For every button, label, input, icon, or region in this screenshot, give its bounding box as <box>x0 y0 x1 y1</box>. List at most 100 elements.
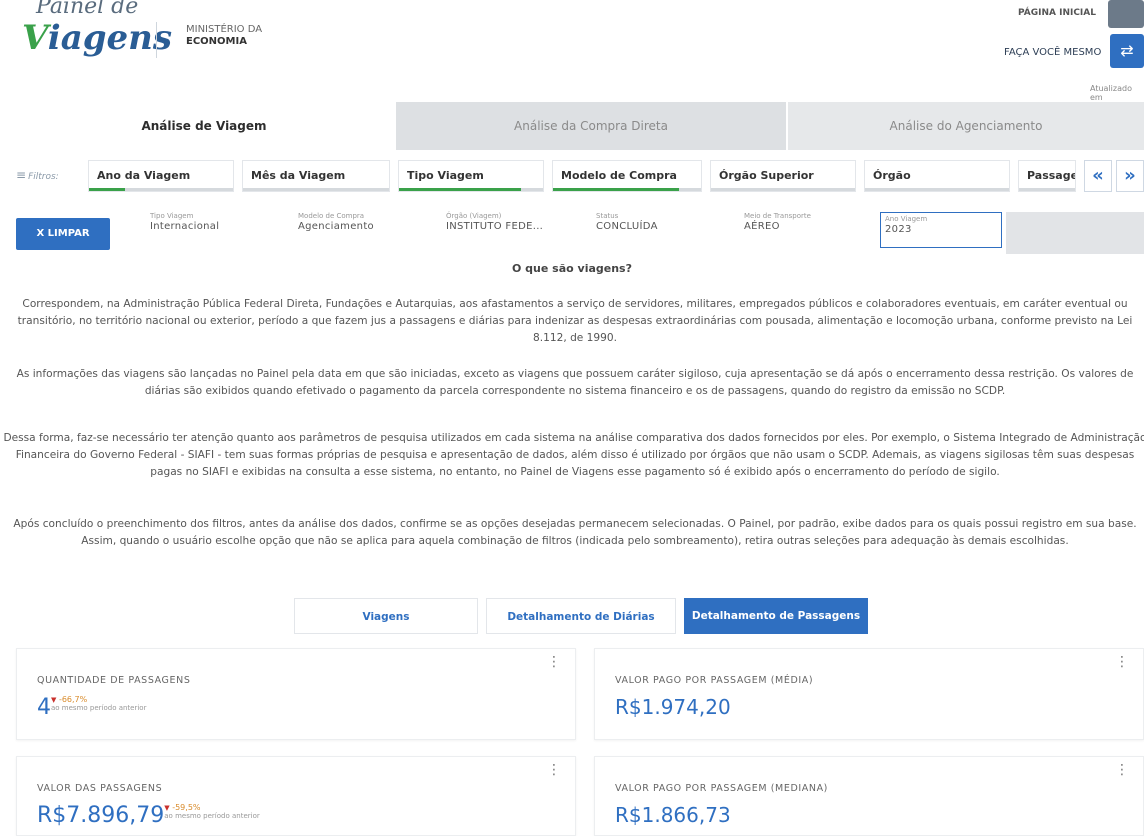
card-label: VALOR PAGO POR PASSAGEM (MEDIANA) <box>615 783 828 794</box>
card-valor-mediana: VALOR PAGO POR PASSAGEM (MEDIANA) ⋮ R$1.… <box>594 756 1144 836</box>
filter-bar <box>1019 188 1075 191</box>
filter-label: Modelo de Compra <box>561 169 677 182</box>
card-value: 4 ▼ -66,7% ao mesmo período anterior <box>37 695 146 720</box>
delta-indicator: ▼ -59,5% ao mesmo período anterior <box>164 803 259 820</box>
selection-value: INSTITUTO FEDE... <box>446 221 544 232</box>
selection-value: CONCLUÍDA <box>596 221 658 232</box>
filter-passageiro[interactable]: Passage <box>1018 160 1076 192</box>
filter-bar <box>711 188 855 191</box>
selection-tipo-viagem[interactable]: Tipo Viagem Internacional <box>150 212 260 248</box>
selection-status[interactable]: Status CONCLUÍDA <box>596 212 696 248</box>
selection-key: Ano Viagem <box>885 215 928 223</box>
clear-filters-button[interactable]: X LIMPAR <box>16 218 110 250</box>
filter-bar-fill <box>399 188 522 191</box>
filter-bar-fill <box>89 188 125 191</box>
settings-icon[interactable]: ⇄ <box>1110 34 1144 68</box>
tab-detalhamento-diarias[interactable]: Detalhamento de Diárias <box>486 598 676 634</box>
filter-modelo-compra[interactable]: Modelo de Compra <box>552 160 702 192</box>
filter-orgao[interactable]: Órgão <box>864 160 1010 192</box>
faca-voce-mesmo-link[interactable]: FAÇA VOCÊ MESMO <box>1004 47 1101 58</box>
info-title: O que são viagens? <box>512 262 632 275</box>
card-label: VALOR PAGO POR PASSAGEM (MÉDIA) <box>615 675 814 686</box>
filters-label-text: Filtros: <box>28 172 59 182</box>
filter-label: Órgão Superior <box>719 169 814 182</box>
selection-key: Meio de Transporte <box>744 212 811 220</box>
filter-label: Passage <box>1027 169 1076 182</box>
tab-viagens[interactable]: Viagens <box>294 598 478 634</box>
selection-key: Modelo de Compra <box>298 212 365 220</box>
info-paragraph-1: Correspondem, na Administração Pública F… <box>17 298 1133 344</box>
selection-orgao[interactable]: Órgão (Viagem) INSTITUTO FEDE... <box>446 212 566 248</box>
kebab-icon[interactable]: ⋮ <box>547 763 561 777</box>
down-triangle-icon: ▼ <box>164 804 170 812</box>
card-label: QUANTIDADE DE PASSAGENS <box>37 675 191 686</box>
tab-analise-viagem[interactable]: Análise de Viagem <box>12 102 396 150</box>
selection-value: 2023 <box>885 224 912 235</box>
delta-percent: ▼ -59,5% <box>164 803 259 812</box>
ministry-label: MINISTÉRIO DA ECONOMIA <box>186 24 262 48</box>
logo-divider <box>156 22 157 58</box>
card-valor-medio: VALOR PAGO POR PASSAGEM (MÉDIA) ⋮ R$1.97… <box>594 648 1144 740</box>
card-value: R$7.896,79 ▼ -59,5% ao mesmo período anter… <box>37 803 260 828</box>
card-label: VALOR DAS PASSAGENS <box>37 783 163 794</box>
kebab-icon[interactable]: ⋮ <box>1115 655 1129 669</box>
filter-ano-viagem[interactable]: Ano da Viagem <box>88 160 234 192</box>
tab-analise-agenciamento[interactable]: Análise do Agenciamento <box>786 102 1144 150</box>
filters-label: ≡ Filtros: <box>16 168 59 182</box>
card-value-text: R$7.896,79 <box>37 803 165 828</box>
filter-label: Mês da Viagem <box>251 169 346 182</box>
filter-bar <box>399 188 543 191</box>
updated-label: Atualizado em <box>1090 84 1132 102</box>
filter-bar <box>553 188 701 191</box>
selection-key: Tipo Viagem <box>150 212 194 220</box>
info-paragraph-3: Dessa forma, faz-se necessário ter atenç… <box>3 432 1144 478</box>
tab-detalhamento-passagens[interactable]: Detalhamento de Passagens <box>684 598 868 634</box>
tab-analise-compra-direta[interactable]: Análise da Compra Direta <box>396 102 786 150</box>
filter-bar-fill <box>553 188 679 191</box>
selection-key: Órgão (Viagem) <box>446 212 502 220</box>
header: Painel de Viagens MINISTÉRIO DA ECONOMIA… <box>0 0 1144 102</box>
selection-meio-transporte[interactable]: Meio de Transporte AÉREO <box>744 212 854 248</box>
filter-row: ≡ Filtros: Ano da Viagem Mês da Viagem Ti… <box>0 158 1144 194</box>
delta-subtext: ao mesmo período anterior <box>164 812 260 820</box>
filter-label: Órgão <box>873 169 911 182</box>
delta-percent-text: -66,7% <box>58 695 88 704</box>
filter-bar <box>865 188 1009 191</box>
ministry-line2: ECONOMIA <box>186 36 247 47</box>
delta-percent-text: -59,5% <box>172 803 201 812</box>
selection-empty-slot <box>1006 212 1144 254</box>
kebab-icon[interactable]: ⋮ <box>1115 763 1129 777</box>
selection-modelo-compra[interactable]: Modelo de Compra Agenciamento <box>298 212 408 248</box>
selection-value: Internacional <box>150 221 220 232</box>
info-paragraph-4: Após concluído o preenchimento dos filtr… <box>13 518 1137 547</box>
selection-ano-viagem[interactable]: Ano Viagem 2023 <box>880 212 1002 248</box>
delta-indicator: ▼ -66,7% ao mesmo período anterior <box>51 695 146 712</box>
filter-mes-viagem[interactable]: Mês da Viagem <box>242 160 390 192</box>
logo-main[interactable]: Viagens <box>22 18 172 58</box>
filter-label: Ano da Viagem <box>97 169 191 182</box>
filter-icon: ≡ <box>16 168 27 182</box>
card-quantidade-passagens: QUANTIDADE DE PASSAGENS ⋮ 4 ▼ -66,7% ao me… <box>16 648 576 740</box>
info-paragraph-2: As informações das viagens são lançadas … <box>16 368 1134 397</box>
home-button[interactable] <box>1108 0 1144 28</box>
logo-top-text: Painel de <box>36 0 139 19</box>
kebab-icon[interactable]: ⋮ <box>547 655 561 669</box>
filters-next-button[interactable]: » <box>1116 160 1144 192</box>
card-value-text: 4 <box>37 695 51 720</box>
selection-value: AÉREO <box>744 221 780 232</box>
card-value: R$1.866,73 <box>615 803 731 827</box>
delta-subtext: ao mesmo período anterior <box>51 704 147 712</box>
filter-bar <box>89 188 233 191</box>
filter-tipo-viagem[interactable]: Tipo Viagem <box>398 160 544 192</box>
card-valor-passagens: VALOR DAS PASSAGENS ⋮ R$7.896,79 ▼ -59,5%… <box>16 756 576 836</box>
analysis-tabs: Análise de Viagem Análise da Compra Dire… <box>12 102 1144 150</box>
filter-bar <box>243 188 389 191</box>
selection-row: X LIMPAR Tipo Viagem Internacional Modelo… <box>0 208 1144 256</box>
filter-orgao-superior[interactable]: Órgão Superior <box>710 160 856 192</box>
home-link[interactable]: PÁGINA INICIAL <box>1018 8 1096 18</box>
filters-prev-button[interactable]: « <box>1084 160 1112 192</box>
card-value: R$1.974,20 <box>615 695 731 719</box>
ministry-line1: MINISTÉRIO DA <box>186 24 263 35</box>
selection-value: Agenciamento <box>298 221 374 232</box>
logo-rest: iagens <box>47 18 173 58</box>
